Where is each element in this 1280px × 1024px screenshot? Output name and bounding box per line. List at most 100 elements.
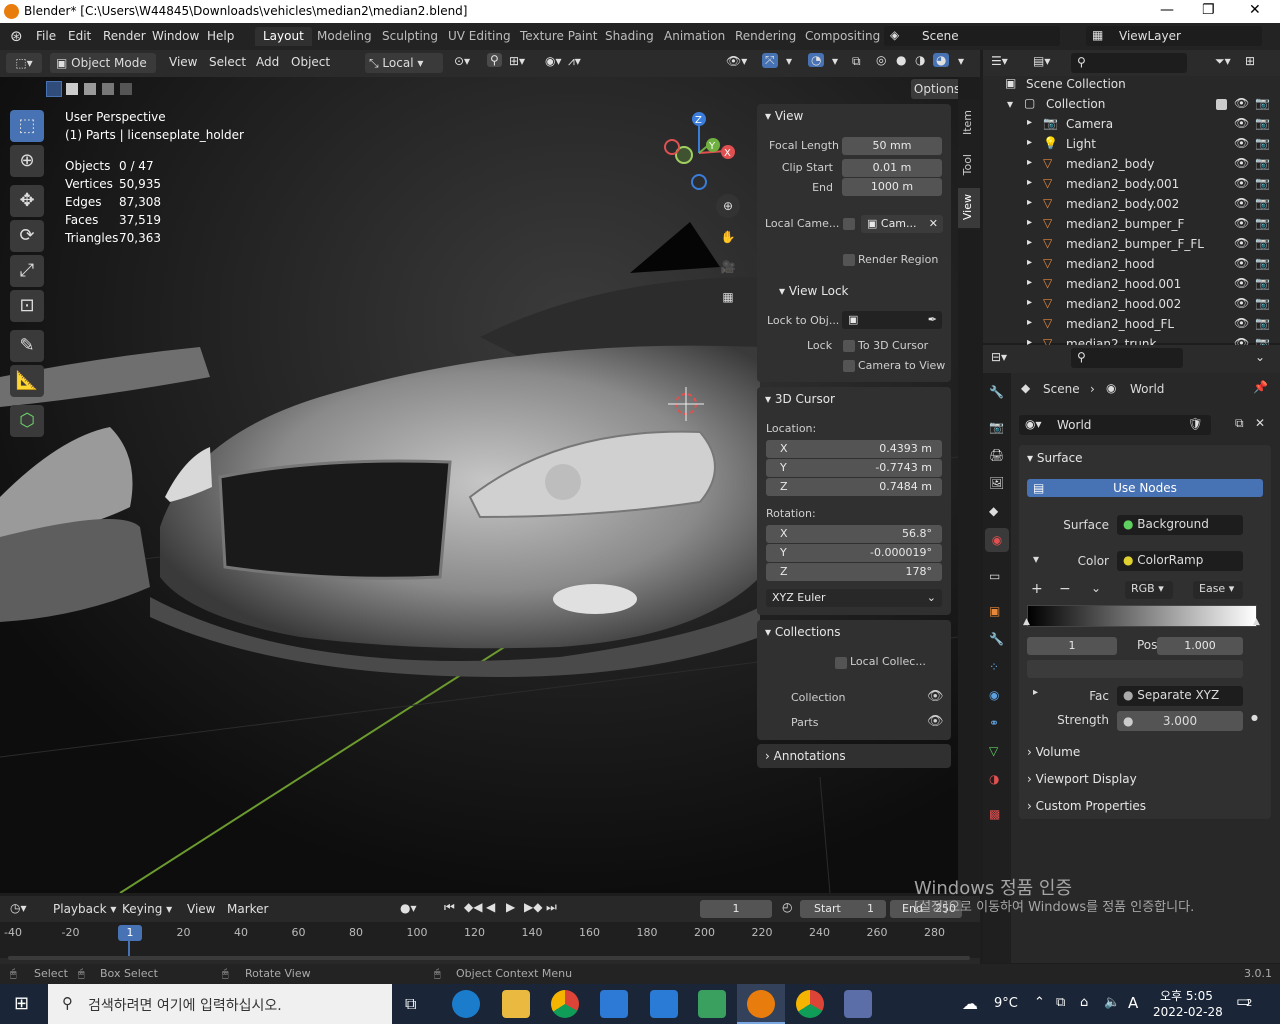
camera-view-icon[interactable]: 🎥 — [716, 255, 740, 279]
expand-icon[interactable]: ▸ — [1027, 297, 1032, 308]
local-camera-field[interactable]: ▣ Cam... ✕ — [861, 215, 943, 233]
eyedropper-icon[interactable]: ✒ — [928, 311, 937, 329]
start-frame-field[interactable]: Start 1 — [800, 900, 886, 918]
clip-start-field[interactable]: 0.01 m — [842, 159, 942, 177]
world-tab-icon[interactable]: ◉ — [985, 528, 1009, 552]
eye-icon[interactable]: 👁 — [1234, 176, 1249, 190]
fake-user-icon[interactable]: 🛡 — [1188, 417, 1203, 431]
ramp-color-swatch[interactable] — [1027, 660, 1243, 678]
camera-render-icon[interactable]: 📷 — [1255, 296, 1270, 310]
jump-start-icon[interactable]: ⏮ — [444, 900, 455, 915]
pin-icon[interactable]: 📌 — [1253, 380, 1268, 394]
active-stop-field[interactable]: 1 — [1027, 637, 1117, 655]
rotation-x-field[interactable]: X 56.8° — [766, 525, 942, 543]
annotations-panel-header[interactable]: › Annotations — [765, 749, 846, 763]
camera-render-icon[interactable]: 📷 — [1255, 156, 1270, 170]
play-reverse-icon[interactable]: ◀ — [486, 900, 495, 914]
lock-to-cursor-checkbox[interactable] — [843, 340, 855, 352]
ramp-menu-chevron-icon[interactable]: ⌄ — [1091, 581, 1101, 595]
volume-icon[interactable]: 🔈 — [1104, 995, 1120, 1010]
outliner-item[interactable]: ▸ ▽ median2_bumper_F_FL 👁 📷 — [983, 236, 1273, 256]
tray-chevron-icon[interactable]: ⌃ — [1034, 995, 1045, 1010]
outliner-item[interactable]: ▸ 📷 Camera 👁 📷 — [983, 116, 1273, 136]
taskbar-blender-active[interactable] — [737, 984, 785, 1024]
color-expand-icon[interactable]: ▾ — [1033, 552, 1039, 566]
outliner-item[interactable]: ▸ ▽ median2_hood.001 👁 📷 — [983, 276, 1273, 296]
viewport-display-panel[interactable]: › Viewport Display — [1019, 768, 1271, 792]
add-stop-icon[interactable]: + — [1031, 581, 1043, 597]
collection-item-collection[interactable]: Collection — [791, 691, 845, 704]
timeline-menu-playback[interactable]: Playback ▾ — [53, 902, 116, 916]
camera-render-icon[interactable]: 📷 — [1255, 196, 1270, 210]
menu-edit[interactable]: Edit — [68, 29, 91, 43]
outliner-search-input[interactable]: ⚲ — [1071, 53, 1187, 73]
select-subtract-icon[interactable] — [84, 83, 96, 95]
view-lock-header[interactable]: ▾ View Lock — [779, 284, 849, 298]
perspective-grid-icon[interactable]: ▦ — [716, 285, 740, 309]
snap-target-icon[interactable]: ⊞▾ — [509, 54, 525, 68]
collections-panel-header[interactable]: ▾ Collections — [765, 625, 840, 639]
view-panel-header[interactable]: ▾ View — [765, 109, 803, 123]
camera-render-icon[interactable]: 📷 — [1255, 236, 1270, 250]
pos-field[interactable]: 1.000 — [1157, 637, 1243, 655]
duplicate-icon[interactable]: ⧉ — [1235, 416, 1244, 431]
blender-menu-icon[interactable]: ⊛ — [10, 27, 23, 45]
camera-render-icon[interactable]: 📷 — [1255, 176, 1270, 190]
remove-stop-icon[interactable]: − — [1059, 581, 1071, 597]
timeline-ruler[interactable]: -40-201204060801001201401601802002202402… — [0, 922, 980, 958]
close-button[interactable]: ✕ — [1249, 2, 1261, 18]
custom-properties-panel[interactable]: › Custom Properties — [1019, 795, 1271, 819]
shading-material-icon[interactable]: ◑ — [915, 53, 925, 67]
rotate-tool-icon[interactable]: ⟳ — [10, 220, 44, 252]
rotation-mode-select[interactable]: XYZ Euler ⌄ — [766, 589, 942, 607]
select-intersect-icon[interactable] — [120, 83, 132, 95]
menu-help[interactable]: Help — [207, 29, 234, 43]
timeline-menu-keying[interactable]: Keying ▾ — [122, 902, 172, 916]
expand-icon[interactable]: ▸ — [1027, 317, 1032, 328]
play-icon[interactable]: ▶ — [506, 900, 515, 914]
pivot-icon[interactable]: ⊙▾ — [454, 54, 470, 68]
annotate-tool-icon[interactable]: ✎ — [10, 330, 44, 362]
viewport-menu-view[interactable]: View — [169, 55, 197, 69]
properties-editor-type-icon[interactable]: ⊟▾ — [991, 350, 1007, 364]
navigation-gizmo[interactable]: Z X Y — [658, 107, 748, 197]
physics-tab-icon[interactable]: ◉ — [989, 688, 999, 702]
shading-dropdown-icon[interactable]: ▾ — [958, 54, 964, 68]
outliner-scene-collection[interactable]: ▣ Scene Collection — [983, 76, 1273, 96]
eye-icon[interactable]: 👁 — [1234, 156, 1249, 170]
maximize-button[interactable]: ❐ — [1202, 2, 1215, 18]
camera-render-icon[interactable]: 📷 — [1255, 216, 1270, 230]
proportional-edit-icon[interactable]: ◉▾ — [545, 54, 562, 68]
scene-selector[interactable]: ◈ Scene — [884, 26, 1060, 46]
particles-tab-icon[interactable]: ⁘ — [989, 660, 999, 674]
task-view-icon[interactable]: ⧉ — [405, 994, 416, 1014]
viewlayer-selector[interactable]: ▦ ViewLayer — [1086, 26, 1262, 46]
edge-icon[interactable] — [452, 990, 480, 1018]
outliner-item[interactable]: ▸ ▽ median2_body.002 👁 📷 — [983, 196, 1273, 216]
chrome-icon-2[interactable] — [796, 990, 824, 1018]
ime-indicator[interactable]: A — [1128, 994, 1138, 1012]
add-cube-tool-icon[interactable]: ⬡ — [10, 405, 44, 437]
record-icon[interactable]: ●▾ — [400, 901, 417, 915]
measure-tool-icon[interactable]: 📐 — [10, 365, 44, 397]
expand-icon[interactable]: ▸ — [1027, 177, 1032, 188]
overlay-dropdown-icon[interactable]: ▾ — [832, 54, 838, 68]
prev-keyframe-icon[interactable]: ◆◀ — [464, 900, 482, 914]
playhead-label[interactable]: 1 — [118, 925, 142, 941]
overlay-toggle-icon[interactable]: ◔ — [808, 53, 825, 67]
snap-icon[interactable]: ⚲ — [487, 53, 502, 67]
eye-icon[interactable]: 👁 — [1234, 96, 1249, 110]
zoom-icon[interactable]: ⊕ — [716, 194, 740, 218]
viewport-menu-select[interactable]: Select — [209, 55, 246, 69]
clear-icon[interactable]: ✕ — [929, 215, 938, 233]
constraints-tab-icon[interactable]: ⚭ — [989, 716, 999, 730]
data-tab-icon[interactable]: ▽ — [989, 744, 998, 758]
expand-icon[interactable]: ▸ — [1027, 277, 1032, 288]
shading-wireframe-icon[interactable]: ◎ — [876, 53, 886, 67]
eye-icon[interactable]: 👁 — [1234, 276, 1249, 290]
minimize-button[interactable]: — — [1160, 2, 1174, 18]
clock-date[interactable]: 2022-02-28 — [1153, 1005, 1223, 1019]
app-icon[interactable] — [698, 990, 726, 1018]
outliner-item[interactable]: ▸ ▽ median2_body 👁 📷 — [983, 156, 1273, 176]
cursor-tool-icon[interactable]: ⊕ — [10, 145, 44, 177]
